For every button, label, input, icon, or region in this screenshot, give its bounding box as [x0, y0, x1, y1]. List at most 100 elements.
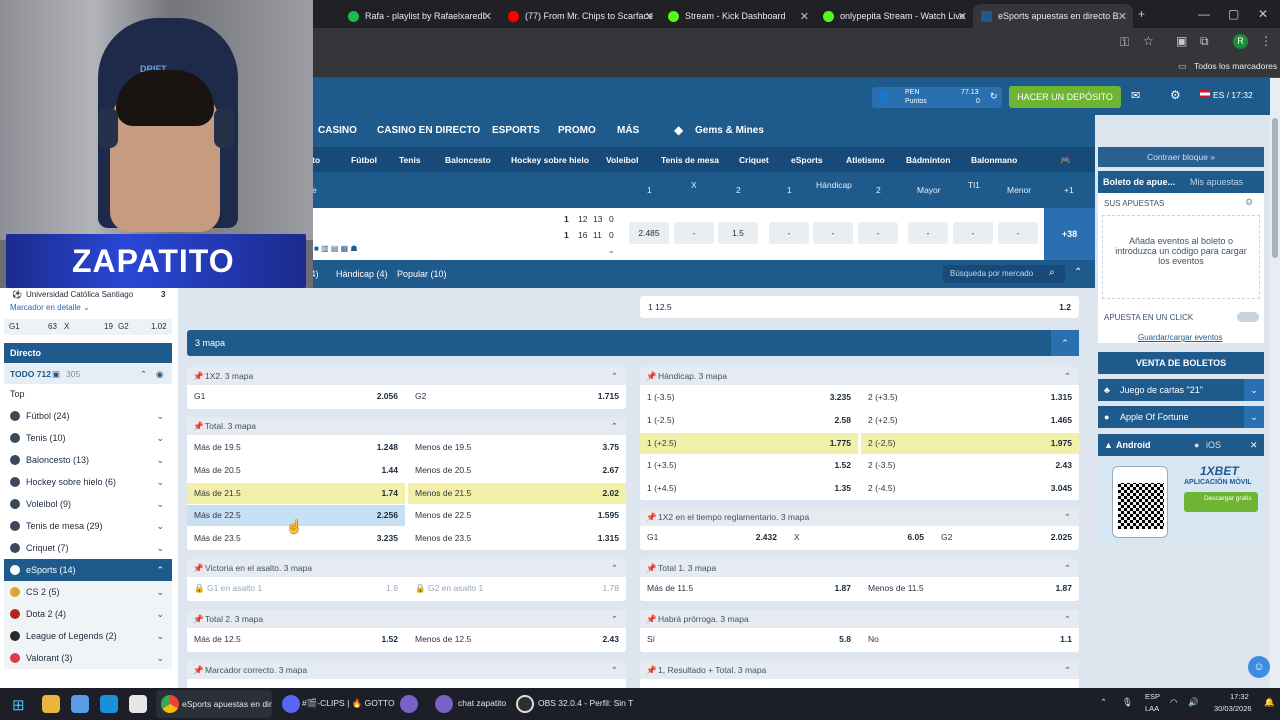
- map3-header[interactable]: 3 mapa ⌃: [187, 330, 1079, 356]
- odd-cell[interactable]: G2 2.025: [934, 527, 1079, 548]
- star-icon[interactable]: ☆: [1143, 34, 1154, 48]
- sport-balonmano[interactable]: Balonmano: [971, 155, 1017, 165]
- tab-kick-dashboard[interactable]: Stream - Kick Dashboard ✕: [660, 4, 815, 28]
- chevron-up-icon[interactable]: ⌃: [611, 367, 618, 385]
- nav-promo[interactable]: PROMO: [558, 125, 596, 136]
- odd-cell[interactable]: 2 (+2.5) 1.465: [861, 410, 1079, 431]
- chevron-up-icon[interactable]: ⌃: [1064, 661, 1071, 679]
- gear-icon[interactable]: ⚙: [1245, 197, 1253, 208]
- odd-cell[interactable]: Más de 12.5 1.52: [187, 629, 405, 650]
- odd-cell[interactable]: G1 2.056: [187, 386, 405, 407]
- odd-cell[interactable]: 2 (-3.5) 2.43: [861, 455, 1079, 476]
- sport-voleibol[interactable]: Voleibol: [606, 155, 638, 165]
- market-search-input[interactable]: Búsqueda por mercado ⌕: [943, 265, 1065, 283]
- pin-icon[interactable]: 📌: [646, 610, 657, 628]
- market-header[interactable]: 📌 Total 1. 3 mapa ⌃: [640, 559, 1079, 577]
- tab-betslip[interactable]: Boleto de apue...: [1103, 177, 1175, 187]
- sport-atletismo[interactable]: Atletismo: [846, 155, 885, 165]
- sport-hockey[interactable]: Hockey sobre hielo: [511, 155, 589, 165]
- odd-cell[interactable]: 2 (-4.5) 3.045: [861, 478, 1079, 499]
- odd-h2[interactable]: -: [858, 222, 898, 244]
- maximize-icon[interactable]: ▢: [1228, 7, 1239, 21]
- collapse-icon[interactable]: ⌃: [1074, 267, 1082, 278]
- chevron-up-icon[interactable]: ⌃: [611, 661, 618, 679]
- market-header[interactable]: 📌 Marcador correcto. 3 mapa ⌃: [187, 661, 626, 679]
- odd-1[interactable]: 2.485: [629, 222, 669, 244]
- chevron-up-icon[interactable]: ⌃: [1064, 610, 1071, 628]
- close-window-icon[interactable]: ✕: [1258, 7, 1268, 21]
- odd-cell[interactable]: Más de 11.5 1.87: [640, 578, 858, 599]
- extension-icon[interactable]: ▣: [1176, 34, 1187, 48]
- odd-cell[interactable]: X 6.05: [787, 527, 931, 548]
- chevron-up-icon[interactable]: ⌃: [1064, 508, 1071, 526]
- odd-cell[interactable]: No 1.1: [861, 629, 1079, 650]
- apple-fortune-button[interactable]: ● Apple Of Fortune ⌄: [1098, 406, 1264, 428]
- market-row-top[interactable]: 1 12.5 1.2: [640, 296, 1079, 318]
- pin-icon[interactable]: 📌: [646, 508, 657, 526]
- pin-icon[interactable]: 📌: [646, 559, 657, 577]
- file-explorer-icon[interactable]: [42, 695, 60, 713]
- one-click-toggle[interactable]: [1237, 312, 1259, 322]
- sidebar-item-voleibol[interactable]: Voleibol (9) ⌄: [4, 493, 172, 515]
- language-indicator[interactable]: ESP: [1145, 692, 1160, 701]
- tab-esports[interactable]: eSports apuestas en directo B ✕: [973, 4, 1133, 28]
- puzzle-icon[interactable]: ⧉: [1200, 34, 1209, 49]
- gamepad-icon[interactable]: 🎮: [1060, 155, 1071, 166]
- chevron-up-icon[interactable]: ⌃: [1064, 559, 1071, 577]
- tab-kick-stream[interactable]: onlypepita Stream - Watch Live ✕: [815, 4, 973, 28]
- clock-date[interactable]: 30/03/2026: [1214, 704, 1252, 713]
- sidebar-item-criquet[interactable]: Criquet (7) ⌄: [4, 537, 172, 559]
- odd-cell[interactable]: Menos de 23.5 1.315: [408, 528, 626, 549]
- chevron-down-icon[interactable]: ⌄: [608, 246, 615, 255]
- taskbar-discord-label[interactable]: #🎬-CLIPS | 🔥 GOTTO: [302, 698, 395, 709]
- odd-cell[interactable]: Menos de 11.5 1.87: [861, 578, 1079, 599]
- detail-link[interactable]: Marcador en detalle ⌄: [10, 303, 90, 312]
- odd-cell[interactable]: Menos de 22.5 1.595: [408, 505, 626, 526]
- odd-cell[interactable]: Menos de 21.5 2.02: [408, 483, 626, 504]
- obs-icon[interactable]: [516, 695, 534, 713]
- tab-ios[interactable]: iOS: [1206, 434, 1221, 456]
- market-header[interactable]: 📌 Habrá prórroga. 3 mapa ⌃: [640, 610, 1079, 628]
- odd-cell[interactable]: 1 (-3.5) 3.235: [640, 387, 858, 408]
- tab-android[interactable]: Android: [1116, 434, 1151, 456]
- discord-icon[interactable]: [282, 695, 300, 713]
- odd-cell[interactable]: 1 (-2.5) 2.58: [640, 410, 858, 431]
- sidebar-item-futbol[interactable]: Fútbol (24) ⌄: [4, 405, 172, 427]
- odd-cell[interactable]: G1 2.432: [640, 527, 784, 548]
- language-time[interactable]: ES / 17:32: [1213, 90, 1253, 100]
- tab-youtube[interactable]: (77) From Mr. Chips to Scarface ✕: [500, 4, 660, 28]
- sidebar-item-tenis[interactable]: Tenis (10) ⌄: [4, 427, 172, 449]
- chevron-up-icon[interactable]: ⌃: [611, 559, 618, 577]
- pin-icon[interactable]: 📌: [193, 661, 204, 679]
- close-icon[interactable]: ✕: [958, 10, 967, 23]
- sidebar-item-esports[interactable]: eSports (14) ⌃: [4, 559, 172, 581]
- pin-icon[interactable]: 📌: [193, 417, 204, 435]
- chevron-up-icon[interactable]: ⌃: [611, 610, 618, 628]
- chevron-up-icon[interactable]: ⌃: [611, 417, 618, 435]
- odd-h[interactable]: -: [813, 222, 853, 244]
- sidebar-item-valorant[interactable]: Valorant (3) ⌄: [4, 647, 172, 669]
- microphone-icon[interactable]: 🎙: [1122, 697, 1133, 708]
- pin-icon[interactable]: 📌: [193, 367, 204, 385]
- taskbar-obs-label[interactable]: OBS 32.0.4 - Perfil: Sin T: [538, 698, 633, 708]
- nav-gems-mines[interactable]: Gems & Mines: [695, 125, 764, 136]
- app-icon[interactable]: [400, 695, 418, 713]
- sport-badminton[interactable]: Bádminton: [906, 155, 950, 165]
- chat-support-icon[interactable]: ☺: [1248, 656, 1270, 678]
- close-icon[interactable]: ✕: [645, 10, 654, 23]
- close-icon[interactable]: ✕: [483, 10, 492, 23]
- gear-icon[interactable]: ⚙: [1170, 88, 1181, 102]
- page-scrollbar[interactable]: [1270, 78, 1280, 688]
- sidebar-item-cs2[interactable]: CS 2 (5) ⌄: [4, 581, 172, 603]
- live-header[interactable]: Directo: [4, 343, 172, 363]
- market-header[interactable]: 📌 Total 2. 3 mapa ⌃: [187, 610, 626, 628]
- sell-tickets-button[interactable]: VENTA DE BOLETOS: [1098, 352, 1264, 374]
- new-tab-icon[interactable]: +: [1138, 7, 1145, 21]
- copilot-icon[interactable]: [71, 695, 89, 713]
- filter-popular[interactable]: Popular (10): [397, 269, 447, 279]
- clock-time[interactable]: 17:32: [1230, 692, 1249, 701]
- mail-icon[interactable]: ✉: [1131, 89, 1140, 102]
- sport-esports[interactable]: eSports: [791, 155, 823, 165]
- search-icon[interactable]: ⌕: [1049, 267, 1055, 278]
- all-live-row[interactable]: TODO 712 ▣ 305 ⌃ ◉: [4, 364, 172, 384]
